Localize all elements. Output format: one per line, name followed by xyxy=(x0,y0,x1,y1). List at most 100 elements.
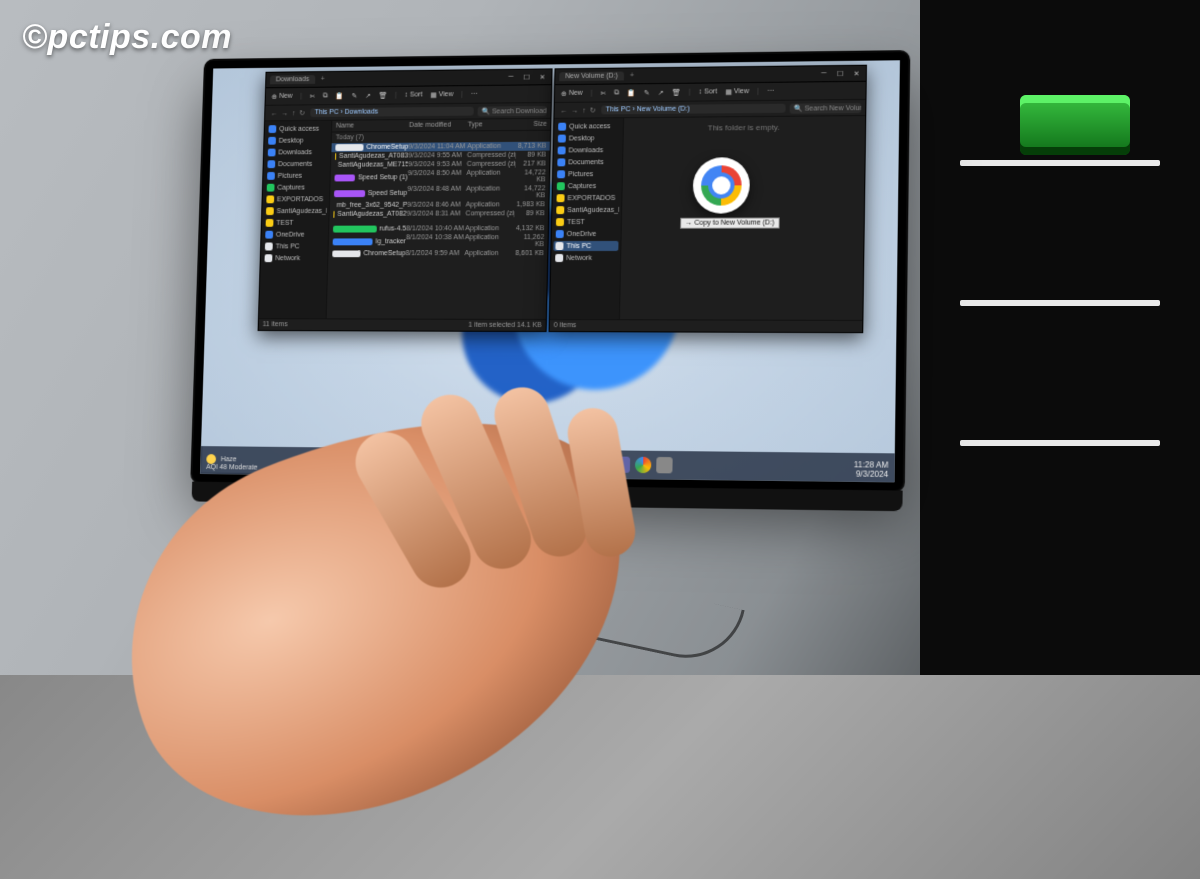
sidebar-item[interactable]: Network xyxy=(263,253,326,263)
sidebar-item-label: This PC xyxy=(566,242,591,249)
sidebar-item-label: Documents xyxy=(568,159,603,166)
sidebar-item[interactable]: Quick access xyxy=(267,124,330,134)
file-icon xyxy=(334,174,355,181)
settings-icon[interactable] xyxy=(656,457,673,473)
sidebar-item[interactable]: Downloads xyxy=(556,145,621,155)
sidebar-item[interactable]: SantiAgudezas_ME xyxy=(554,205,619,215)
sidebar-item[interactable]: This PC xyxy=(263,241,326,251)
copy-icon[interactable]: ⧉ xyxy=(614,89,619,97)
folder-icon xyxy=(265,231,273,239)
maximize-button[interactable]: ☐ xyxy=(522,73,532,81)
file-icon xyxy=(334,190,365,197)
delete-icon[interactable]: 🗑 xyxy=(378,91,387,99)
sidebar-item[interactable]: EXPORTADOS xyxy=(264,194,327,204)
view-button[interactable]: ▦ View xyxy=(725,88,749,96)
sidebar-item[interactable]: Captures xyxy=(555,181,620,191)
file-icon xyxy=(335,144,363,151)
file-icon xyxy=(335,153,336,160)
paste-icon[interactable]: 📋 xyxy=(335,92,344,100)
sidebar-item[interactable]: This PC xyxy=(553,241,618,251)
rename-icon[interactable]: ✎ xyxy=(644,89,650,97)
paste-icon[interactable]: 📋 xyxy=(627,89,636,97)
window-tab[interactable]: Downloads xyxy=(270,75,315,84)
file-row[interactable]: Speed Setup9/3/2024 8:48 AMApplication14… xyxy=(330,184,549,201)
sidebar-item[interactable]: TEST xyxy=(554,217,619,227)
minimize-button[interactable]: ─ xyxy=(819,70,829,78)
new-button[interactable]: ⊕ New xyxy=(561,89,583,97)
new-tab-button[interactable]: + xyxy=(630,72,634,79)
maximize-button[interactable]: ☐ xyxy=(835,69,845,77)
sidebar-item-label: OneDrive xyxy=(276,231,305,238)
copy-icon[interactable]: ⧉ xyxy=(323,92,328,100)
window-tab[interactable]: New Volume (D:) xyxy=(559,72,624,82)
close-button[interactable]: ✕ xyxy=(537,73,547,81)
sidebar-item[interactable]: TEST xyxy=(264,218,327,228)
sidebar-item[interactable]: OneDrive xyxy=(263,230,326,240)
share-icon[interactable]: ↗ xyxy=(365,92,371,100)
navigation-pane[interactable]: Quick access Desktop Downloads Documents Pic… xyxy=(259,121,332,319)
delete-icon[interactable]: 🗑 xyxy=(672,88,681,96)
cut-icon[interactable]: ✂ xyxy=(600,89,606,97)
sidebar-item[interactable]: Captures xyxy=(265,182,328,192)
weather-widget[interactable]: Haze AQI 48 Moderate xyxy=(206,454,258,471)
sidebar-item[interactable]: SantiAgudezas_ME xyxy=(264,206,327,216)
sidebar-item-label: Pictures xyxy=(568,171,593,178)
sort-button[interactable]: ↕ Sort xyxy=(699,88,718,95)
file-row[interactable]: ChromeSetup8/1/2024 9:59 AMApplication8,… xyxy=(328,249,548,258)
sidebar-item-label: TEST xyxy=(567,219,585,226)
sidebar-item-label: EXPORTADOS xyxy=(277,196,323,203)
sidebar-item[interactable]: Network xyxy=(553,253,618,263)
chrome-icon[interactable] xyxy=(635,457,652,473)
file-list-pane[interactable]: This folder is empty. → Copy to New Volu… xyxy=(620,116,865,320)
folder-icon xyxy=(557,170,565,178)
sidebar-item[interactable]: Documents xyxy=(555,157,620,167)
sidebar-item[interactable]: Pictures xyxy=(265,171,328,181)
sidebar-item[interactable]: Documents xyxy=(265,159,328,169)
more-button[interactable]: ··· xyxy=(471,91,478,98)
close-button[interactable]: ✕ xyxy=(851,69,861,77)
search-input[interactable]: 🔍 Search Downloads xyxy=(478,106,547,117)
sort-button[interactable]: ↕ Sort xyxy=(404,91,422,98)
sidebar-item[interactable]: Quick access xyxy=(556,121,621,131)
folder-icon xyxy=(557,158,565,166)
more-button[interactable]: ··· xyxy=(767,88,774,95)
nav-buttons[interactable]: ←→↑↻ xyxy=(558,106,597,114)
chrome-drag-icon[interactable] xyxy=(692,157,750,214)
folder-icon xyxy=(266,195,274,203)
file-row[interactable]: Ig_tracker8/1/2024 10:38 AMApplication11… xyxy=(329,233,549,249)
folder-icon xyxy=(555,242,563,250)
minimize-button[interactable]: ─ xyxy=(506,73,516,81)
sidebar-item-label: OneDrive xyxy=(567,230,597,237)
sidebar-item[interactable]: EXPORTADOS xyxy=(554,193,619,203)
new-button[interactable]: ⊕ New xyxy=(271,92,292,100)
sidebar-item-label: Captures xyxy=(568,183,596,190)
share-icon[interactable]: ↗ xyxy=(658,88,664,96)
breadcrumb[interactable]: This PC › New Volume (D:) xyxy=(602,104,786,115)
file-list-pane[interactable]: NameDate modifiedTypeSize Today (7) Chro… xyxy=(327,119,551,319)
file-icon xyxy=(333,238,373,245)
sidebar-item[interactable]: OneDrive xyxy=(554,229,619,239)
sidebar-item[interactable]: Pictures xyxy=(555,169,620,179)
system-tray-clock[interactable]: 11:28 AM9/3/2024 xyxy=(854,462,889,481)
sidebar-item-label: SantiAgudezas_ME xyxy=(277,207,327,214)
folder-icon xyxy=(267,172,275,180)
nav-buttons[interactable]: ←→↑↻ xyxy=(269,109,307,117)
file-row[interactable]: rufus-4.58/1/2024 10:40 AMApplication4,1… xyxy=(329,224,549,233)
view-button[interactable]: ▦ View xyxy=(430,91,453,99)
new-tab-button[interactable]: + xyxy=(321,76,325,83)
breadcrumb[interactable]: This PC › Downloads xyxy=(311,107,474,117)
sidebar-item[interactable]: Desktop xyxy=(556,133,621,143)
file-explorer-left[interactable]: Downloads + ─ ☐ ✕ ⊕ New | ✂ ⧉ 📋 ✎ ↗ 🗑 | xyxy=(258,68,553,332)
cut-icon[interactable]: ✂ xyxy=(310,92,316,100)
file-row[interactable]: Speed Setup (1)9/3/2024 8:50 AMApplicati… xyxy=(330,168,549,185)
sidebar-item[interactable]: Desktop xyxy=(266,135,329,145)
search-input[interactable]: 🔍 Search New Volume (D:) xyxy=(790,102,862,113)
rename-icon[interactable]: ✎ xyxy=(352,92,358,100)
sidebar-item[interactable]: Downloads xyxy=(266,147,329,157)
folder-icon xyxy=(267,184,275,192)
folder-icon xyxy=(266,219,274,227)
file-explorer-right[interactable]: New Volume (D:) + ─ ☐ ✕ ⊕ New | ✂ ⧉ 📋 ✎ … xyxy=(549,65,867,333)
navigation-pane[interactable]: Quick access Desktop Downloads Documents Pic… xyxy=(550,118,624,319)
sidebar-item-label: Desktop xyxy=(279,137,304,144)
sidebar-item-label: This PC xyxy=(275,243,299,250)
